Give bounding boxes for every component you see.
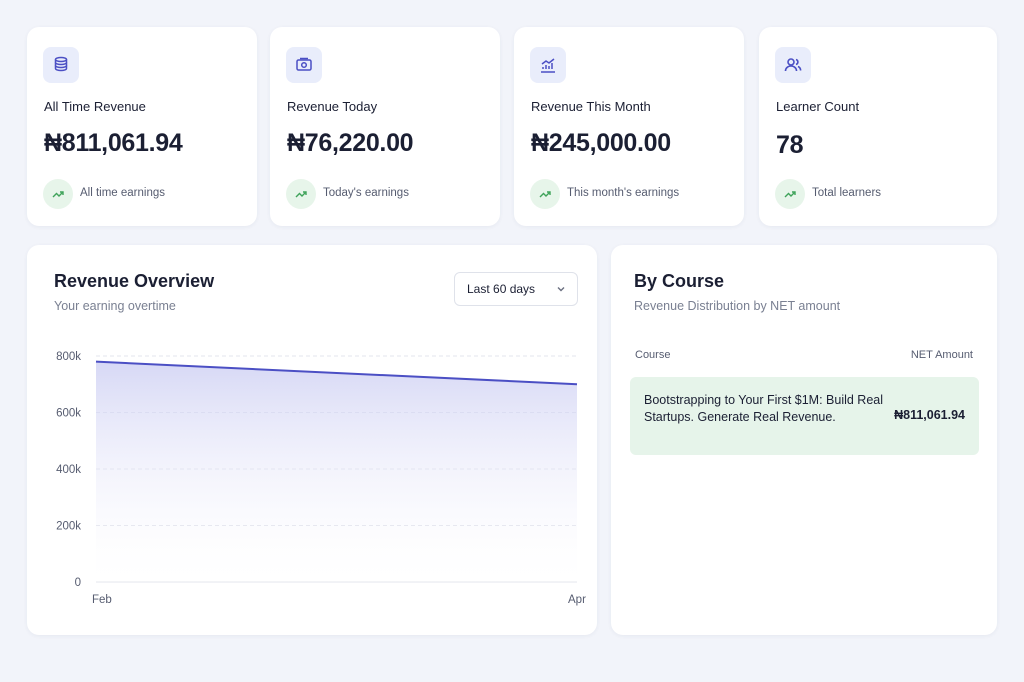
y-tick-label: 800k xyxy=(56,351,81,363)
course-net-amount: ₦811,061.94 xyxy=(894,408,965,422)
stat-value: ₦811,061.94 xyxy=(44,129,183,157)
money-icon xyxy=(286,47,322,83)
y-tick-label: 0 xyxy=(75,577,81,589)
bar-chart-icon xyxy=(530,47,566,83)
trend-up-icon xyxy=(775,179,805,209)
x-tick-label: Apr xyxy=(568,594,586,606)
trend-up-icon xyxy=(286,179,316,209)
trend-text: Total learners xyxy=(812,187,882,199)
y-tick-label: 200k xyxy=(56,521,81,533)
column-header-net-amount: NET Amount xyxy=(910,349,973,361)
stat-label: Learner Count xyxy=(776,99,860,114)
stat-value: ₦245,000.00 xyxy=(531,129,671,157)
coins-icon xyxy=(43,47,79,83)
course-name: Bootstrapping to Your First $1M: Build R… xyxy=(644,393,884,424)
trend-up-icon xyxy=(43,179,73,209)
stat-label: All Time Revenue xyxy=(44,99,146,114)
users-icon xyxy=(775,47,811,83)
by-course-title: By Course xyxy=(634,271,725,291)
revenue-overview-card: Revenue Overview Your earning overtime L… xyxy=(27,245,597,635)
stat-card-learner-count: Learner Count 78 Total learners xyxy=(759,27,997,226)
stat-card-revenue-today: Revenue Today ₦76,220.00 Today's earning… xyxy=(270,27,500,226)
trend-text: This month's earnings xyxy=(567,187,680,199)
revenue-area xyxy=(96,361,577,582)
stat-label: Revenue This Month xyxy=(531,99,651,114)
trend-up-icon xyxy=(530,179,560,209)
by-course-subtitle: Revenue Distribution by NET amount xyxy=(634,299,841,313)
by-course-card: By Course Revenue Distribution by NET am… xyxy=(611,245,997,635)
stat-card-revenue-this-month: Revenue This Month ₦245,000.00 This mont… xyxy=(514,27,744,226)
y-tick-label: 400k xyxy=(56,464,81,476)
revenue-chart: 800k 600k 400k 200k 0 Feb Apr xyxy=(56,351,586,606)
stat-value: ₦76,220.00 xyxy=(287,129,414,157)
stat-card-all-time-revenue: All Time Revenue ₦811,061.94 All time ea… xyxy=(27,27,257,226)
x-tick-label: Feb xyxy=(92,594,112,606)
stat-value: 78 xyxy=(776,131,804,159)
y-tick-label: 600k xyxy=(56,408,81,420)
column-header-course: Course xyxy=(635,349,671,361)
trend-text: Today's earnings xyxy=(323,187,409,199)
course-row[interactable]: Bootstrapping to Your First $1M: Build R… xyxy=(630,377,979,455)
stat-label: Revenue Today xyxy=(287,99,378,114)
trend-text: All time earnings xyxy=(80,187,166,199)
